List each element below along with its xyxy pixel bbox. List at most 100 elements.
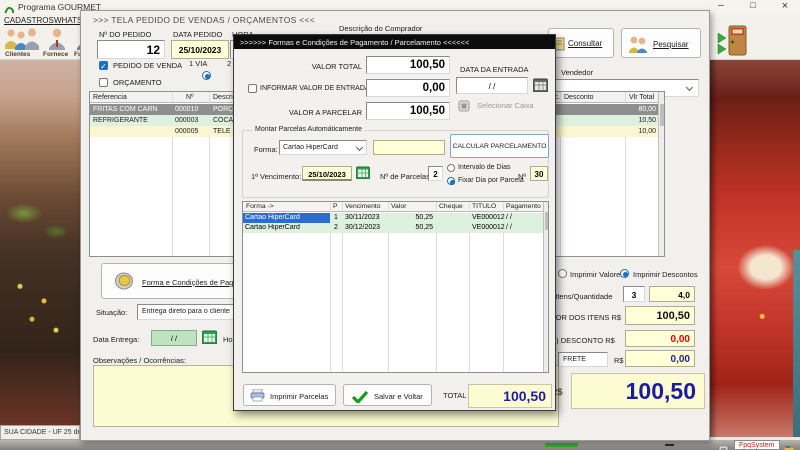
valor-itens-field[interactable]: 100,50 — [625, 306, 695, 325]
cell-valor: 50,25 — [415, 214, 433, 221]
taskbar-brand-label: FpqSystem — [739, 442, 775, 449]
comprador-label: Descrição do Comprador — [339, 24, 423, 33]
data-entrada-label: DATA DA ENTRADA — [460, 65, 529, 74]
data-entrega-field[interactable]: / / — [151, 330, 197, 346]
desconto-label: ( - ) DESCONTO R$ — [547, 336, 615, 345]
cell-pagamento: / / — [506, 214, 512, 221]
taskbar: FpqSystem — [0, 440, 800, 450]
cell-valor: 50,25 — [415, 224, 433, 231]
via1-label: 1 VIA — [189, 59, 208, 68]
parcela-row[interactable]: Cartao HiperCard 1 30/11/2023 50,25 VE00… — [243, 213, 545, 223]
cell-forma: Cartao HiperCard — [243, 213, 330, 223]
cell-p: 2 — [334, 224, 338, 231]
col-numero: Nº — [186, 94, 194, 101]
calcular-label: CALCULAR PARCELAMENTO — [452, 143, 547, 150]
exit-door-icon[interactable] — [716, 24, 752, 65]
calendar-icon[interactable] — [201, 330, 218, 349]
menu-cadastros[interactable]: CADASTROS — [4, 16, 54, 25]
taskbar-tray-icon[interactable] — [783, 441, 795, 450]
photo-right — [710, 60, 800, 437]
data-entrada-field[interactable]: / / — [456, 77, 528, 94]
minimize-button[interactable]: – — [708, 0, 734, 13]
col-p: P — [333, 203, 338, 210]
close-button[interactable]: × — [772, 0, 798, 13]
cell-pagamento: / / — [506, 224, 512, 231]
maximize-button[interactable]: □ — [740, 0, 766, 13]
col-valor: Valor — [391, 203, 407, 210]
frete-field[interactable]: 0,00 — [625, 350, 695, 367]
imprimir-descontos-radio[interactable] — [620, 269, 629, 278]
chevron-down-icon — [355, 143, 364, 152]
cell-numero: 000003 — [175, 117, 199, 124]
calcular-parcelamento-button[interactable]: CALCULAR PARCELAMENTO — [450, 134, 549, 158]
modal-titlebar[interactable]: >>>>>> Formas e Condições de Pagamento /… — [234, 35, 555, 49]
intervalo-dias-radio[interactable] — [447, 164, 455, 172]
situacao-label: Situação: — [96, 308, 128, 317]
statusbar-city: SUA CIDADE - UF 25 de — [4, 429, 80, 436]
salvar-voltar-label: Salvar e Voltar — [374, 392, 423, 401]
valor-entrada-field[interactable]: 0,00 — [366, 79, 450, 97]
num-pedido-field[interactable]: 12 — [97, 40, 165, 59]
desconto-field[interactable]: 0,00 — [625, 330, 695, 347]
forma-extra-field[interactable] — [373, 140, 445, 155]
data-pedido-label: DATA PEDIDO — [173, 30, 223, 39]
col-referencia: Referencia — [93, 94, 127, 101]
chevron-down-icon — [685, 83, 694, 92]
valor-total-field[interactable]: 100,50 — [366, 56, 450, 74]
num-parcelas-field[interactable]: 2 — [428, 166, 443, 181]
selecionar-caixa-button[interactable]: Selecionar Caixa — [477, 101, 534, 110]
data-pedido-field[interactable]: 25/10/2023 — [171, 40, 229, 59]
informar-entrada-label: INFORMAR VALOR DE ENTRADA — [260, 85, 370, 92]
fixar-dia-radio[interactable] — [447, 177, 455, 185]
n-dias-field[interactable]: 30 — [530, 166, 548, 181]
consultar-button[interactable]: Consultar — [548, 28, 614, 58]
imprimir-valores-label: Imprimir Valores — [570, 270, 625, 279]
imprimir-parcelas-button[interactable]: Imprimir Parcelas — [243, 384, 336, 406]
parcela-row[interactable]: Cartao HiperCard 2 30/12/2023 50,25 VE00… — [243, 223, 545, 233]
col-desconto: Desconto — [564, 94, 594, 101]
photo-left — [0, 60, 80, 425]
salvar-voltar-button[interactable]: Salvar e Voltar — [343, 384, 432, 406]
quantidade-field[interactable]: 4,0 — [649, 286, 695, 302]
taskbar-brand-badge[interactable]: FpqSystem — [734, 440, 780, 450]
items-table-scrollbar[interactable] — [658, 92, 664, 256]
forma-select[interactable]: Cartao HiperCard — [279, 140, 367, 155]
fixar-dia-label: Fixar Dia por Parcela — [458, 177, 524, 184]
pedido-venda-checkbox[interactable]: ✓ — [99, 61, 108, 71]
scrollbar-thumb[interactable] — [545, 212, 548, 230]
num-parcelas-label: Nº de Parcelas — [380, 172, 430, 181]
parcelas-table[interactable]: Forma -> P Vencimento Valor Cheque TITUL… — [242, 201, 549, 373]
taskbar-dash — [665, 444, 674, 446]
orcamento-label: ORÇAMENTO — [113, 78, 162, 87]
toolbar-label-clientes: Clientes — [5, 51, 31, 58]
imprimir-descontos-label: Imprimir Descontos — [633, 270, 698, 279]
imprimir-valores-radio[interactable] — [558, 269, 567, 278]
pesquisar-button[interactable]: Pesquisar — [621, 28, 701, 58]
imprimir-parcelas-label: Imprimir Parcelas — [270, 392, 329, 401]
parcelas-scrollbar[interactable] — [543, 202, 548, 372]
col-vencimento: Vencimento — [345, 203, 381, 210]
cell-p: 1 — [334, 214, 338, 221]
cell-vlr-total: 10,50 — [638, 117, 656, 124]
scrollbar-thumb[interactable] — [660, 104, 664, 126]
total-geral-field: 100,50 — [571, 373, 705, 409]
calendar-icon[interactable] — [532, 78, 549, 97]
cell-numero: 000005 — [175, 128, 199, 135]
orcamento-checkbox[interactable] — [99, 78, 108, 87]
via1-radio[interactable] — [202, 71, 211, 80]
itens-field[interactable]: 3 — [623, 286, 645, 302]
vencimento-field[interactable]: 25/10/2023 — [302, 166, 352, 181]
valor-parcelar-field[interactable]: 100,50 — [366, 102, 450, 120]
valor-parcelar-label: VALOR A PARCELAR — [288, 108, 362, 117]
cell-forma: Cartao HiperCard — [245, 224, 300, 231]
informar-entrada-checkbox[interactable] — [248, 84, 257, 93]
frete-label-box[interactable]: FRETE — [558, 352, 608, 367]
col-forma: Forma -> — [246, 203, 274, 210]
cell-vlr-total: 10,00 — [638, 128, 656, 135]
modal-title: >>>>>> Formas e Condições de Pagamento /… — [240, 38, 470, 47]
printer-icon — [250, 388, 265, 407]
data-entrega-label: Data Entrega: — [93, 335, 140, 344]
cell-titulo: VE000012 — [472, 224, 505, 231]
calendar-icon[interactable] — [355, 166, 371, 184]
taskbar-printer-icon[interactable] — [718, 441, 729, 450]
